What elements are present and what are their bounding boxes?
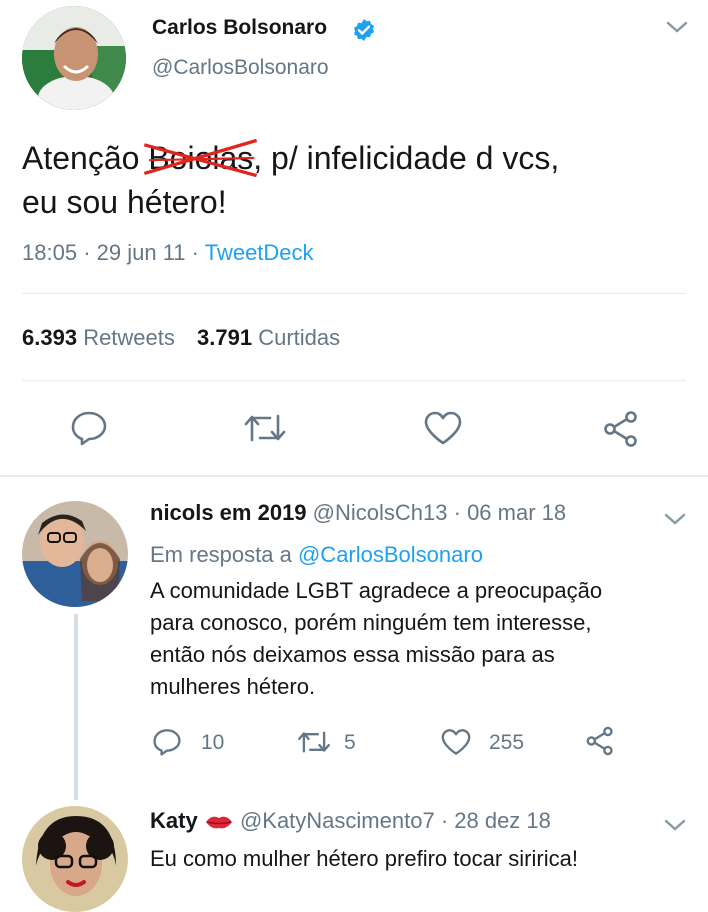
avatar[interactable] [22, 501, 128, 607]
reply-text: Eu como mulher hétero prefiro tocar siri… [150, 846, 578, 871]
kiss-lips-icon [204, 813, 234, 831]
retweet-icon[interactable] [296, 728, 332, 756]
tweet-text: Atenção Boiolas, p/ infelicidade d vcs, … [22, 136, 559, 224]
likes-count: 3.791 [197, 325, 253, 350]
tweet-stats: 6.393 Retweets 3.791 Curtidas [22, 325, 340, 351]
tweet-meta: 18:05 · 29 jun 11 · TweetDeck [22, 240, 314, 266]
divider [22, 380, 686, 381]
chevron-down-icon[interactable] [664, 818, 686, 832]
tweet-date[interactable]: 29 jun 11 [97, 240, 186, 265]
retweets-stat[interactable]: 6.393 Retweets [22, 325, 181, 350]
reply-header: Katy @KatyNascimento7 · 28 dez 18 [150, 808, 551, 834]
reply-prefix: Em resposta a [150, 542, 292, 567]
reply-context: Em resposta a @CarlosBolsonaro [150, 542, 483, 568]
retweets-count: 6.393 [22, 325, 78, 350]
like-count: 255 [489, 731, 525, 754]
section-divider [0, 475, 708, 477]
like-icon[interactable] [440, 728, 472, 756]
chevron-down-icon[interactable] [664, 512, 686, 526]
verified-badge-icon [352, 18, 376, 42]
tweet-text-before: Atenção [22, 140, 149, 176]
reply-icon[interactable] [70, 410, 108, 446]
reply-author-handle[interactable]: @KatyNascimento7 [240, 808, 435, 833]
reply-text-line: mulheres hétero. [150, 674, 316, 699]
reply-header: nicols em 2019 @NicolsCh13 · 06 mar 18 [150, 500, 566, 526]
likes-label: Curtidas [258, 325, 341, 350]
likes-stat[interactable]: 3.791 Curtidas [197, 325, 340, 350]
chevron-down-icon[interactable] [666, 20, 688, 34]
reply-text-line: então nós deixamos essa missão para as [150, 642, 555, 667]
share-icon[interactable] [584, 726, 616, 756]
reply-text-line: para conosco, porém ninguém tem interess… [150, 610, 592, 635]
retweet-count: 5 [344, 731, 356, 754]
avatar[interactable] [22, 6, 126, 110]
thread-line [74, 614, 78, 800]
author-name[interactable]: Carlos Bolsonaro [152, 16, 327, 40]
reply-text-line: A comunidade LGBT agradece a preocupação [150, 578, 603, 603]
reply-text: A comunidade LGBT agradece a preocupação… [150, 575, 602, 703]
tweet-client-link[interactable]: TweetDeck [205, 240, 314, 265]
reply-author-handle[interactable]: @NicolsCh13 [313, 500, 448, 525]
reply-date[interactable]: · 06 mar 18 [454, 500, 567, 525]
tweet-text-line2: eu sou hétero! [22, 184, 227, 220]
like-icon[interactable] [423, 410, 463, 446]
meta-separator: · [83, 240, 91, 265]
avatar[interactable] [22, 806, 128, 912]
reply-to-handle-link[interactable]: @CarlosBolsonaro [298, 542, 483, 567]
reply-icon[interactable] [152, 728, 182, 756]
retweets-label: Retweets [83, 325, 175, 350]
tweet-text-after: , p/ infelicidade d vcs, [253, 140, 560, 176]
reply-date[interactable]: · 28 dez 18 [441, 808, 551, 833]
retweet-icon[interactable] [243, 410, 287, 446]
reply-author-name[interactable]: Katy [150, 808, 198, 833]
meta-separator: · [191, 240, 199, 265]
strike-mark [144, 138, 258, 178]
author-handle[interactable]: @CarlosBolsonaro [152, 56, 329, 80]
divider [22, 293, 686, 294]
reply-author-name[interactable]: nicols em 2019 [150, 500, 307, 525]
reply-count: 10 [201, 731, 225, 754]
tweet-time[interactable]: 18:05 [22, 240, 77, 265]
struck-word: Boiolas [144, 136, 258, 180]
share-icon[interactable] [601, 410, 641, 448]
